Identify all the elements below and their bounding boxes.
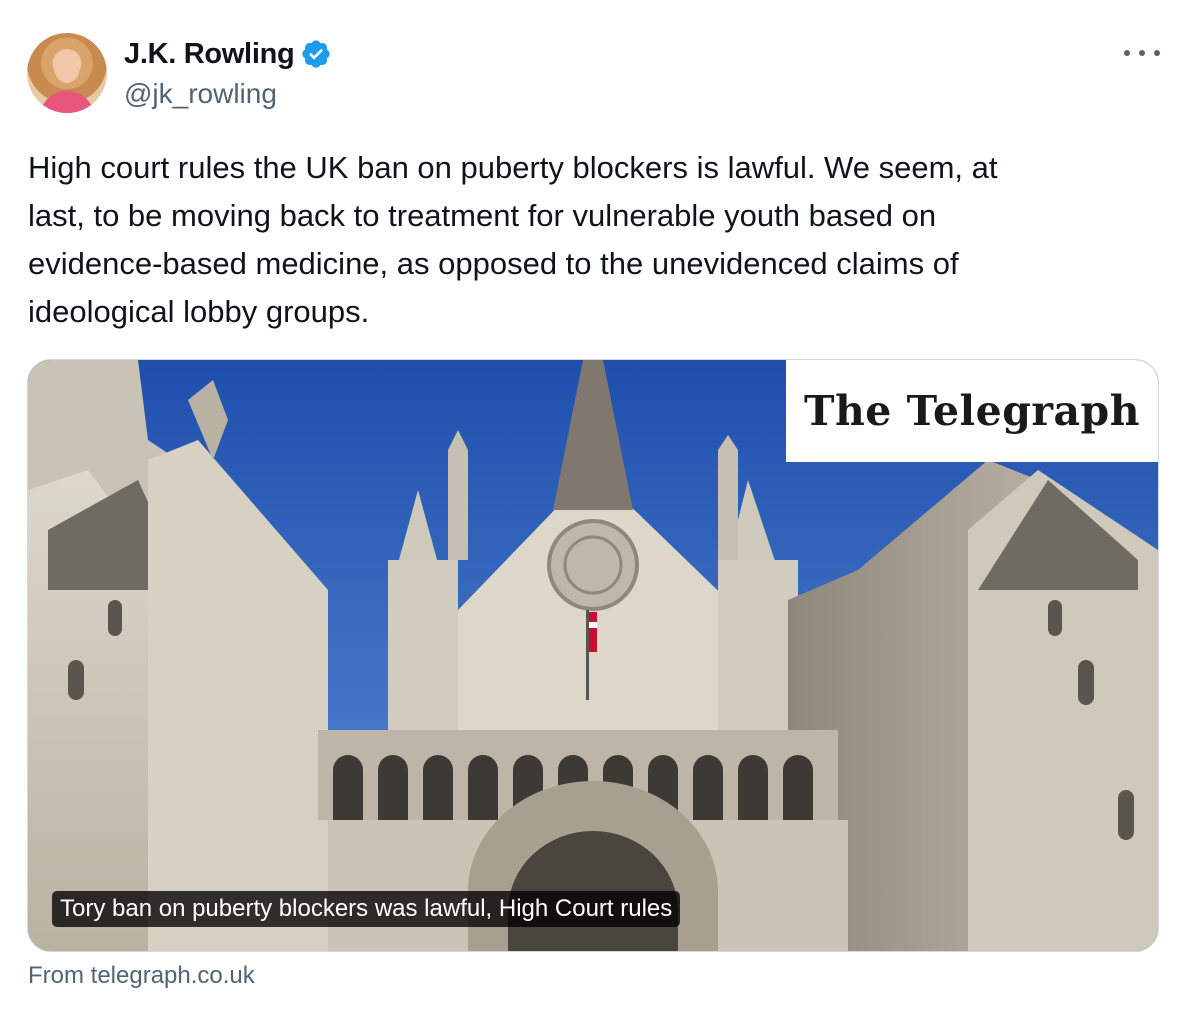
dot bbox=[1139, 50, 1145, 56]
card-source[interactable]: From telegraph.co.uk bbox=[28, 962, 255, 990]
verified-badge-icon[interactable] bbox=[300, 38, 332, 70]
card-caption[interactable]: Tory ban on puberty blockers was lawful,… bbox=[52, 891, 681, 927]
author-display-name[interactable]: J.K. Rowling bbox=[124, 38, 295, 71]
dot bbox=[1124, 50, 1130, 56]
author-name-row[interactable]: J.K. Rowling bbox=[124, 36, 332, 72]
author-handle[interactable]: @jk_rowling bbox=[124, 78, 277, 110]
more-options-icon[interactable] bbox=[1124, 40, 1160, 66]
tweet[interactable]: J.K. Rowling @jk_rowling High court rule… bbox=[0, 0, 1184, 1012]
avatar-face bbox=[54, 51, 80, 83]
publisher-logo-text: The Telegraph bbox=[803, 387, 1141, 435]
link-preview-card[interactable]: The Telegraph Tory ban on puberty blocke… bbox=[27, 359, 1159, 952]
avatar-shirt bbox=[39, 91, 95, 113]
tweet-text: High court rules the UK ban on puberty b… bbox=[28, 150, 998, 329]
author-avatar[interactable] bbox=[27, 33, 107, 113]
dot bbox=[1154, 50, 1160, 56]
publisher-logo: The Telegraph bbox=[786, 360, 1158, 462]
